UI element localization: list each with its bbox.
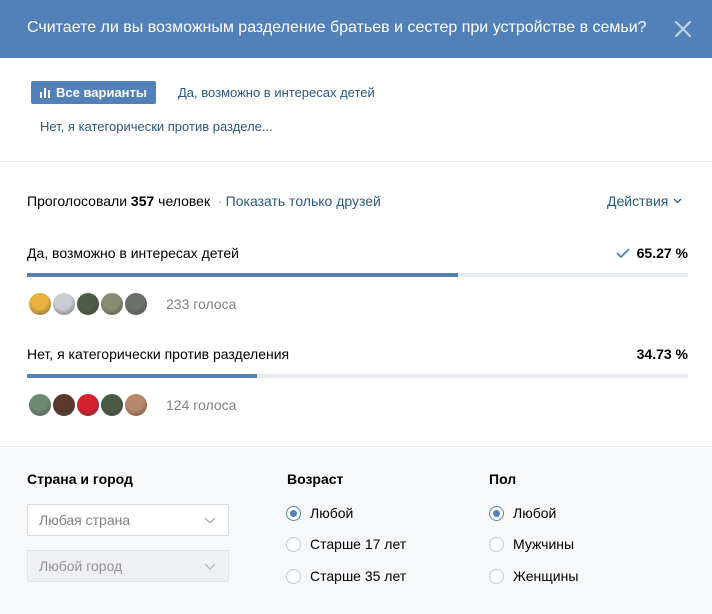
modal-title: Считаете ли вы возможным разделение брат… [27,19,647,36]
city-select-value: Любой город [39,558,123,574]
bar-chart-icon [40,87,50,98]
avatar[interactable] [27,392,53,418]
avatar[interactable] [75,392,101,418]
option-percent-yes-text: 65.27 % [636,245,688,261]
radio-circle [489,505,504,521]
option-bar-fill-no [27,374,257,378]
show-friends-link[interactable]: Показать только друзей [226,193,381,209]
option-bar-fill-yes [27,273,459,277]
radio-circle [286,536,301,552]
chevron-down-icon [204,517,216,524]
all-variants-label: Все варианты [56,85,147,100]
votes-count-yes[interactable]: 233 голоса [166,296,236,312]
avatar[interactable] [51,392,77,418]
age-radio-any[interactable]: Любой [286,505,353,521]
voters-avatars-yes[interactable] [27,291,149,317]
actions-label: Действия [607,193,669,209]
city-select[interactable]: Любой город [27,550,229,582]
answer-filters [0,58,712,162]
age-radio-35[interactable]: Старше 35 лет [286,568,406,584]
age-title: Возраст [287,471,344,487]
close-button[interactable] [668,14,698,44]
all-variants-button[interactable]: Все варианты [31,81,156,104]
modal-header: Считаете ли вы возможным разделение брат… [0,0,712,58]
votes-summary: Проголосовали 357 человек · Показать толь… [27,193,381,209]
option-percent-yes: 65.27 % [616,245,688,261]
avatar[interactable] [123,392,149,418]
age-radio-any-label: Любой [310,505,354,521]
gender-radio-any-label: Любой [513,505,557,521]
gender-title: Пол [489,471,517,487]
option-label-no: Нет, я категорически против разделения [27,346,290,362]
option-percent-no: 34.73 % [637,346,688,362]
separator-dot: · [217,193,223,209]
gender-radio-male[interactable]: Мужчины [489,536,574,552]
avatar[interactable] [99,392,125,418]
radio-circle [286,505,301,521]
option-label-yes: Да, возможно в интересах детей [27,245,239,261]
radio-circle [489,536,504,552]
voted-prefix: Проголосовали [27,193,128,209]
filter-option-yes[interactable]: Да, возможно в интересах детей [178,85,375,100]
gender-radio-male-label: Мужчины [513,536,575,552]
voted-suffix: человек [158,193,211,209]
location-title: Страна и город [27,471,133,487]
filter-option-no[interactable]: Нет, я категорически против разделе... [40,119,273,134]
radio-circle [286,568,301,584]
poll-results-modal: Считаете ли вы возможным разделение брат… [0,0,712,614]
country-select-value: Любая страна [39,512,131,528]
gender-radio-any[interactable]: Любой [489,505,556,521]
option-bar-yes [27,273,688,277]
voted-count: 357 [130,193,155,209]
gender-radio-female-label: Женщины [513,568,579,584]
votes-count-no[interactable]: 124 голоса [166,397,236,413]
avatar[interactable] [51,291,77,317]
chevron-down-icon [673,198,682,204]
gender-radio-female[interactable]: Женщины [489,568,578,584]
avatar[interactable] [75,291,101,317]
avatar[interactable] [123,291,149,317]
close-icon [675,21,691,37]
age-radio-17[interactable]: Старше 17 лет [286,536,406,552]
actions-dropdown[interactable]: Действия [607,193,682,209]
avatar[interactable] [99,291,125,317]
radio-circle [489,568,504,584]
age-radio-17-label: Старше 17 лет [310,536,407,552]
option-bar-no [27,374,688,378]
checkmark-icon [616,248,630,258]
option-percent-no-text: 34.73 % [636,346,688,362]
chevron-down-icon [204,563,216,570]
age-radio-35-label: Старше 35 лет [310,568,407,584]
country-select[interactable]: Любая страна [27,504,229,536]
voters-avatars-no[interactable] [27,392,149,418]
avatar[interactable] [27,291,53,317]
